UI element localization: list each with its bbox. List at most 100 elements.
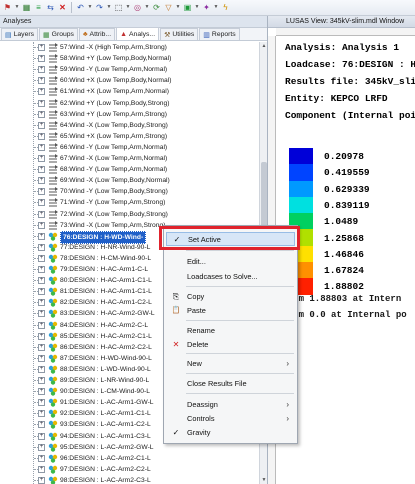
tree-item[interactable]: +68:Wind -Y (Low Temp,Arm,Normal) (0, 164, 258, 175)
tab-groups[interactable]: ▦ Groups (39, 28, 78, 40)
expand-icon[interactable]: + (38, 199, 45, 207)
tab-layers[interactable]: ▤ Layers (1, 28, 39, 40)
expand-icon[interactable]: + (38, 465, 45, 473)
menu-item-new[interactable]: New › (166, 357, 295, 371)
refresh-icon[interactable]: ⟳ (151, 2, 162, 13)
menu-item-delete[interactable]: ✕ Delete (166, 338, 295, 352)
grid-icon[interactable]: ▦ (21, 2, 32, 13)
display-icon[interactable]: ◎ (132, 2, 143, 13)
menu-item-gravity[interactable]: ✓ Gravity (166, 426, 295, 440)
tree-item[interactable]: +72:Wind -X (Low Temp,Body,Strong) (0, 209, 258, 220)
expand-icon[interactable]: + (38, 299, 45, 307)
tab-attributes[interactable]: ♣ Attrib... (78, 28, 116, 40)
menu-item-rename[interactable]: Rename (166, 324, 295, 338)
chevron-down-icon[interactable]: ▼ (14, 2, 20, 13)
menu-item-edit[interactable]: Edit... (166, 255, 295, 269)
menu-item-deassign[interactable]: Deassign › (166, 398, 295, 412)
chevron-down-icon[interactable]: ▼ (125, 2, 131, 13)
expand-icon[interactable]: + (38, 410, 45, 418)
chevron-down-icon[interactable]: ▼ (213, 2, 219, 13)
tab-utilities[interactable]: ⚒ Utilities (160, 28, 199, 40)
expand-icon[interactable]: + (38, 110, 45, 118)
expand-icon[interactable]: + (38, 277, 45, 285)
tree-item[interactable]: +70:Wind -Y (Low Temp,Body,Strong) (0, 186, 258, 197)
arrows-icon[interactable]: ⇆ (45, 2, 56, 13)
tree-item[interactable]: +67:Wind -X (Low Temp,Arm,Normal) (0, 153, 258, 164)
tree-item[interactable]: +96:DESIGN : L-AC-Arm2-C1-L (0, 453, 258, 464)
expand-icon[interactable]: + (38, 421, 45, 429)
expand-icon[interactable]: + (38, 66, 45, 74)
tree-item[interactable]: +65:Wind +X (Low Temp,Arm,Strong) (0, 131, 258, 142)
expand-icon[interactable]: + (38, 232, 45, 240)
menu-item-copy[interactable]: ⎘ Copy (166, 290, 295, 304)
tree-item[interactable]: +97:DESIGN : L-AC-Arm2-C2-L (0, 464, 258, 475)
expand-icon[interactable]: + (38, 88, 45, 96)
menu-item-paste[interactable]: 📋 Paste (166, 304, 295, 318)
expand-icon[interactable]: + (38, 310, 45, 318)
expand-icon[interactable]: + (38, 243, 45, 251)
expand-icon[interactable]: + (38, 210, 45, 218)
scroll-up-icon[interactable]: ▲ (260, 42, 268, 50)
expand-icon[interactable]: + (38, 399, 45, 407)
expand-icon[interactable]: + (38, 55, 45, 63)
expand-icon[interactable]: + (38, 332, 45, 340)
menu-item-controls[interactable]: Controls › (166, 412, 295, 426)
expand-icon[interactable]: + (38, 432, 45, 440)
expand-icon[interactable]: + (38, 266, 45, 273)
chevron-down-icon[interactable]: ▼ (144, 2, 150, 13)
expand-icon[interactable]: + (38, 155, 45, 162)
undo-icon[interactable]: ↶ (75, 2, 86, 13)
tree-item[interactable]: +62:Wind +Y (Low Temp,Body,Strong) (0, 98, 258, 109)
flag-icon[interactable]: ⚑ (2, 2, 13, 13)
select-icon[interactable]: ⬚ (113, 2, 124, 13)
menu-item-close-results-file[interactable]: Close Results File (166, 377, 295, 391)
filter-icon[interactable]: ▽ (163, 2, 174, 13)
expand-icon[interactable]: + (38, 177, 45, 185)
expand-icon[interactable]: + (38, 254, 45, 262)
expand-icon[interactable]: + (38, 99, 45, 107)
expand-icon[interactable]: + (38, 44, 45, 51)
tree-item[interactable]: +66:Wind -Y (Low Temp,Arm,Normal) (0, 142, 258, 153)
expand-icon[interactable]: + (38, 365, 45, 373)
chevron-down-icon[interactable]: ▼ (175, 2, 181, 13)
chevron-down-icon[interactable]: ▼ (87, 2, 93, 13)
tree-item[interactable]: +98:DESIGN : L-AC-Arm2-C3-L (0, 475, 258, 484)
expand-icon[interactable]: + (38, 221, 45, 229)
tree-item[interactable]: +57:Wind -X (High Temp,Arm,Strong) (0, 42, 258, 53)
lightning-icon[interactable]: ϟ (220, 2, 231, 13)
expand-icon[interactable]: + (38, 188, 45, 196)
tree-item[interactable]: +58:Wind +Y (Low Temp,Body,Normal) (0, 53, 258, 64)
close-icon[interactable]: ✕ (57, 2, 68, 13)
analysis-icon[interactable]: ✦ (201, 2, 212, 13)
tab-analyses[interactable]: ▲ Analys... (116, 27, 160, 40)
tree-item[interactable]: +69:Wind -X (Low Temp,Body,Normal) (0, 175, 258, 186)
tree-item[interactable]: +64:Wind -X (Low Temp,Body,Strong) (0, 120, 258, 131)
chevron-down-icon[interactable]: ▼ (194, 2, 200, 13)
expand-icon[interactable]: + (38, 443, 45, 451)
chevron-down-icon[interactable]: ▼ (106, 2, 112, 13)
tree-item[interactable]: +60:Wind +X (Low Temp,Body,Normal) (0, 75, 258, 86)
tree-item[interactable]: +71:Wind -Y (Low Temp,Arm,Strong) (0, 197, 258, 208)
expand-icon[interactable]: + (38, 77, 45, 85)
expand-icon[interactable]: + (38, 132, 45, 140)
tab-reports[interactable]: ▥ Reports (199, 28, 240, 40)
layers-icon[interactable]: ≡ (33, 2, 44, 13)
expand-icon[interactable]: + (38, 143, 45, 151)
expand-icon[interactable]: + (38, 476, 45, 484)
tree-item[interactable]: +59:Wind -Y (Low Temp,Arm,Normal) (0, 64, 258, 75)
expand-icon[interactable]: + (38, 354, 45, 362)
expand-icon[interactable]: + (38, 388, 45, 396)
redo-icon[interactable]: ↷ (94, 2, 105, 13)
expand-icon[interactable]: + (38, 321, 45, 329)
menu-item-loadcases-to-solve[interactable]: Loadcases to Solve... (166, 270, 295, 284)
tree-item[interactable]: +61:Wind +X (Low Temp,Arm,Normal) (0, 86, 258, 97)
scroll-down-icon[interactable]: ▼ (260, 476, 268, 484)
expand-icon[interactable]: + (38, 343, 45, 351)
model-icon[interactable]: ▣ (182, 2, 193, 13)
expand-icon[interactable]: + (38, 377, 45, 384)
expand-icon[interactable]: + (38, 166, 45, 174)
expand-icon[interactable]: + (38, 288, 45, 296)
expand-icon[interactable]: + (38, 454, 45, 462)
tree-item[interactable]: +63:Wind +Y (Low Temp,Arm,Strong) (0, 109, 258, 120)
expand-icon[interactable]: + (38, 121, 45, 129)
